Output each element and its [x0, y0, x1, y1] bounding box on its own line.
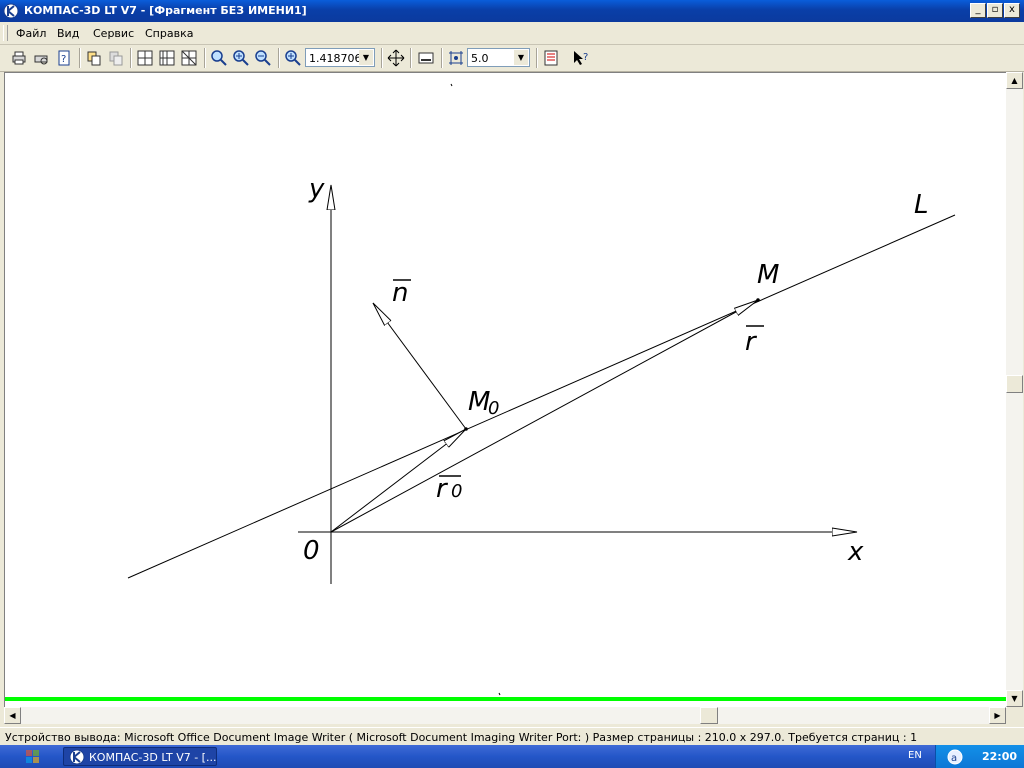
zoom-scale-value: 1.418706 — [309, 52, 362, 65]
help-doc-icon[interactable]: ? — [55, 49, 73, 67]
print-icon[interactable] — [10, 49, 28, 67]
taskbar-item-kompas[interactable]: КОМПАС-3D LT V7 - [... — [63, 747, 217, 766]
menu-view[interactable]: Вид — [57, 27, 79, 40]
scroll-up-button[interactable]: ▲ — [1006, 72, 1023, 89]
toolbar-separator — [130, 48, 132, 68]
tray-app-icon[interactable]: a — [946, 748, 964, 766]
kompas-app-icon[interactable] — [3, 3, 19, 19]
toolbar-separator — [441, 48, 443, 68]
page-boundary-line — [5, 697, 1007, 701]
windows-start-icon[interactable] — [8, 748, 56, 765]
scroll-right-button[interactable]: ▶ — [989, 707, 1006, 724]
refresh-view-icon[interactable] — [417, 49, 435, 67]
grid-layout-2-icon[interactable] — [158, 49, 176, 67]
vertical-scrollbar[interactable]: ▲ ▼ — [1006, 72, 1023, 707]
menu-bar: Файл Вид Сервис Справка — [0, 22, 1024, 45]
drawing-canvas[interactable]: y x 0 L M M 0 n r r 0 — [4, 72, 1007, 708]
zoom-scale-icon[interactable] — [284, 49, 302, 67]
snap-step-icon[interactable] — [447, 49, 465, 67]
toolbar-separator — [536, 48, 538, 68]
chevron-down-icon[interactable]: ▼ — [514, 50, 528, 65]
paste-icon — [109, 51, 123, 66]
title-bar: КОМПАС-3D LT V7 - [Фрагмент БЕЗ ИМЕНИ1] … — [0, 0, 1024, 22]
copy-icon[interactable] — [85, 49, 103, 67]
menu-file[interactable]: Файл — [16, 27, 46, 40]
window-title: КОМПАС-3D LT V7 - [Фрагмент БЕЗ ИМЕНИ1] — [24, 4, 307, 17]
label-x-axis: x — [847, 537, 864, 567]
line-l — [127, 214, 956, 579]
grid-layout-3-icon[interactable] — [180, 49, 198, 67]
menu-help[interactable]: Справка — [145, 27, 193, 40]
taskbar: КОМПАС-3D LT V7 - [... EN a 22:00 — [0, 745, 1024, 768]
label-vector-r: r — [745, 327, 758, 357]
system-tray: a 22:00 — [935, 745, 1024, 768]
status-bar: Устройство вывода: Microsoft Office Docu… — [0, 727, 1024, 746]
print-preview-icon[interactable] — [32, 49, 50, 67]
minimize-button[interactable]: _ — [970, 3, 986, 18]
zoom-window-icon[interactable] — [210, 49, 228, 67]
svg-text:?: ? — [583, 52, 588, 63]
toolbar-separator — [278, 48, 280, 68]
toolbar-separator — [79, 48, 81, 68]
toolbar-separator — [410, 48, 412, 68]
chevron-down-icon[interactable]: ▼ — [359, 50, 373, 65]
clock: 22:00 — [982, 750, 1018, 763]
language-indicator[interactable]: EN — [908, 750, 922, 761]
zoom-out-icon[interactable] — [254, 49, 272, 67]
zoom-in-icon[interactable] — [232, 49, 250, 67]
zoom-scale-combo[interactable]: 1.418706 ▼ — [305, 48, 375, 67]
label-point-m: M — [757, 260, 779, 290]
label-origin: 0 — [303, 536, 320, 566]
point-m0 — [464, 427, 468, 431]
cursor-step-combo[interactable]: 5.0 ▼ — [467, 48, 530, 67]
restore-button[interactable]: ▫ — [987, 3, 1003, 18]
toolbar-separator — [381, 48, 383, 68]
point-m — [756, 298, 760, 302]
pan-move-icon[interactable] — [387, 49, 405, 67]
library-icon[interactable] — [542, 49, 560, 67]
vertical-scroll-thumb[interactable] — [1006, 375, 1023, 393]
scroll-down-button[interactable]: ▼ — [1006, 690, 1023, 707]
toolbar-separator — [204, 48, 206, 68]
menu-service[interactable]: Сервис — [93, 27, 134, 40]
horizontal-scroll-thumb[interactable] — [700, 707, 718, 724]
menu-grip — [3, 25, 8, 41]
page-corner-mark — [450, 83, 453, 87]
fragment-drawing: y x 0 L M M 0 n r r 0 — [5, 83, 1007, 701]
kompas-app-icon — [69, 749, 85, 765]
scroll-left-button[interactable]: ◀ — [4, 707, 21, 724]
page-corner-mark — [498, 692, 501, 696]
cursor-step-value: 5.0 — [471, 52, 489, 65]
vector-r — [330, 300, 758, 533]
label-vector-r0-subscript: 0 — [451, 481, 462, 502]
close-button[interactable]: x — [1004, 3, 1020, 18]
horizontal-scrollbar[interactable]: ◀ ▶ — [4, 707, 1006, 724]
vector-n — [373, 303, 467, 430]
label-vector-r0: r — [436, 474, 449, 504]
grid-layout-1-icon[interactable] — [136, 49, 154, 67]
label-vector-n: n — [392, 278, 408, 308]
label-line-l: L — [914, 190, 929, 220]
context-help-icon[interactable]: ? — [572, 49, 590, 67]
svg-text:a: a — [951, 753, 957, 764]
svg-text:?: ? — [61, 54, 66, 65]
label-y-axis: y — [308, 174, 325, 204]
toolbar: ? 1.418706 ▼ 5.0 ▼ ? — [0, 45, 1024, 72]
taskbar-item-label: КОМПАС-3D LT V7 - [... — [89, 751, 217, 764]
label-point-m0-subscript: 0 — [488, 398, 499, 419]
status-text: Устройство вывода: Microsoft Office Docu… — [5, 731, 918, 744]
